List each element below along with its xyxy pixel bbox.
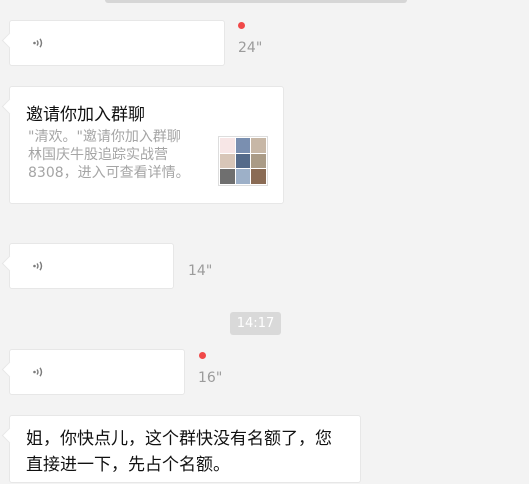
unread-dot <box>238 22 245 29</box>
group-member-thumbnail <box>251 169 266 184</box>
voice-icon <box>33 367 43 377</box>
voice-duration: 14" <box>188 263 213 279</box>
top-divider <box>105 0 407 3</box>
group-member-thumbnail <box>235 138 251 153</box>
group-member-thumbnail <box>251 138 266 153</box>
group-member-thumbnail <box>220 138 235 153</box>
voice-message-2[interactable] <box>9 243 174 289</box>
text-message[interactable]: 姐，你快点儿，这个群快没有名额了，您 直接进一下，先占个名额。 <box>9 415 361 483</box>
invite-title: 邀请你加入群聊 <box>26 105 145 125</box>
unread-dot <box>199 352 206 359</box>
group-member-thumbnail <box>220 153 235 169</box>
group-member-thumbnail <box>235 169 251 184</box>
timestamp-chip: 14:17 <box>230 312 281 335</box>
invite-description: "清欢。"邀请你加入群聊 林国庆牛股追踪实战营 8308，进入可查看详情。 <box>28 129 190 181</box>
group-avatar-grid <box>218 136 268 186</box>
voice-message-1[interactable] <box>9 20 225 66</box>
group-member-thumbnail <box>251 153 266 169</box>
message-text: 姐，你快点儿，这个群快没有名额了，您 直接进一下，先占个名额。 <box>26 429 332 475</box>
voice-message-3[interactable] <box>9 349 185 395</box>
group-member-thumbnail <box>220 169 235 184</box>
voice-icon <box>33 261 43 271</box>
group-invite-card[interactable]: 邀请你加入群聊 "清欢。"邀请你加入群聊 林国庆牛股追踪实战营 8308，进入可… <box>9 86 284 204</box>
voice-duration: 16" <box>198 370 223 386</box>
voice-icon <box>33 38 43 48</box>
voice-duration: 24" <box>238 40 263 56</box>
group-member-thumbnail <box>235 153 251 169</box>
